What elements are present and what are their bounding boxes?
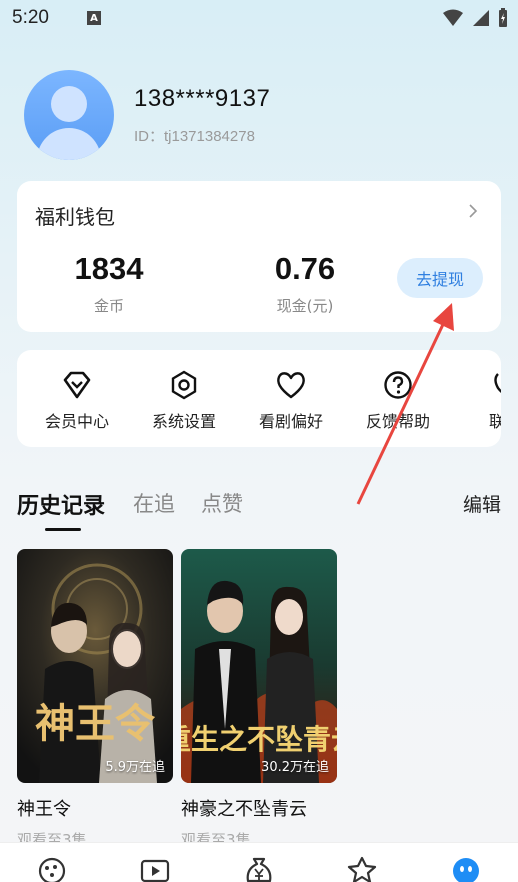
- vip-diamond-icon: [63, 371, 91, 399]
- tab-following[interactable]: 在追: [133, 488, 175, 518]
- profile-info: 138****9137 ID：tj1371384278: [134, 85, 270, 146]
- home-icon[interactable]: [37, 855, 67, 882]
- coins-label: 金币: [93, 297, 124, 315]
- star-icon[interactable]: [347, 855, 377, 882]
- cash-stat[interactable]: 0.76 现金(元): [245, 251, 365, 316]
- withdraw-button[interactable]: 去提现: [397, 258, 483, 298]
- phone-number: 138****9137: [134, 84, 271, 112]
- avatar[interactable]: [24, 70, 114, 160]
- bottom-nav: [0, 842, 518, 882]
- money-bag-icon[interactable]: [244, 855, 274, 882]
- poster-title-text: 重生之不坠青云: [181, 723, 337, 756]
- coins-value: 1834: [74, 251, 144, 286]
- follow-count: 5.9万在追: [105, 760, 165, 775]
- drama-card[interactable]: 重生之不坠青云 30.2万在追 神豪之不坠青云 观看至3集: [181, 549, 337, 850]
- avatar-body: [37, 128, 101, 160]
- mine-icon[interactable]: [451, 855, 481, 882]
- coins-stat[interactable]: 1834 金币: [49, 251, 169, 316]
- menu-item-label: 联系: [488, 412, 501, 431]
- drama-poster[interactable]: 神王令 5.9万在追: [17, 549, 173, 783]
- drama-title: 神王令: [17, 799, 71, 820]
- heart-icon: [277, 372, 305, 399]
- menu-item-settings[interactable]: 系统设置: [134, 368, 234, 432]
- poster-art: 神王令: [17, 549, 173, 783]
- follow-count: 30.2万在追: [261, 760, 329, 775]
- status-time: 5:20: [12, 7, 49, 28]
- menu-item-label: 反馈帮助: [365, 412, 430, 431]
- menu-item-preferences[interactable]: 看剧偏好: [241, 368, 341, 432]
- drama-poster[interactable]: 重生之不坠青云 30.2万在追: [181, 549, 337, 783]
- cash-label: 现金(元): [276, 297, 334, 315]
- active-tab-indicator: [45, 528, 81, 531]
- menu-item-label: 会员中心: [44, 412, 109, 431]
- contact-icon: [494, 373, 501, 393]
- play-icon[interactable]: [140, 855, 170, 882]
- menu-card: 会员中心 系统设置 看剧偏好 反馈帮助 联系: [17, 350, 501, 447]
- status-bar: 5:20 A: [0, 0, 518, 36]
- wifi-icon: [443, 9, 463, 26]
- wallet-card[interactable]: 福利钱包 1834 金币 0.76 现金(元) 去提现: [17, 181, 501, 332]
- edit-button[interactable]: 编辑: [463, 490, 501, 517]
- drama-card[interactable]: 神王令 5.9万在追 神王令 观看至3集: [17, 549, 173, 850]
- wallet-title: 福利钱包: [35, 205, 115, 229]
- status-icons: [442, 8, 508, 28]
- profile-header[interactable]: 138****9137 ID：tj1371384278: [24, 70, 270, 160]
- menu-item-vip[interactable]: 会员中心: [27, 368, 127, 432]
- cash-value: 0.76: [274, 251, 336, 286]
- menu-item-contact[interactable]: 联系: [455, 368, 501, 432]
- menu-item-label: 系统设置: [151, 412, 216, 431]
- battery-icon: [499, 8, 507, 27]
- history-tabs: 历史记录 在追 点赞 编辑: [17, 484, 501, 534]
- drama-title: 神豪之不坠青云: [181, 799, 307, 820]
- question-icon: [384, 371, 412, 399]
- signal-icon: [473, 10, 489, 26]
- user-id: ID：tj1371384278: [134, 127, 255, 145]
- tab-history[interactable]: 历史记录: [17, 488, 105, 520]
- tab-liked[interactable]: 点赞: [201, 488, 243, 518]
- menu-item-feedback[interactable]: 反馈帮助: [348, 368, 448, 432]
- chevron-right-icon[interactable]: [465, 203, 481, 219]
- settings-hexagon-icon: [171, 370, 197, 400]
- notification-a-icon: A: [86, 11, 101, 25]
- poster-title-text: 神王令: [35, 700, 156, 747]
- poster-art: 重生之不坠青云: [181, 549, 337, 783]
- avatar-head: [51, 86, 87, 122]
- menu-item-label: 看剧偏好: [258, 412, 323, 431]
